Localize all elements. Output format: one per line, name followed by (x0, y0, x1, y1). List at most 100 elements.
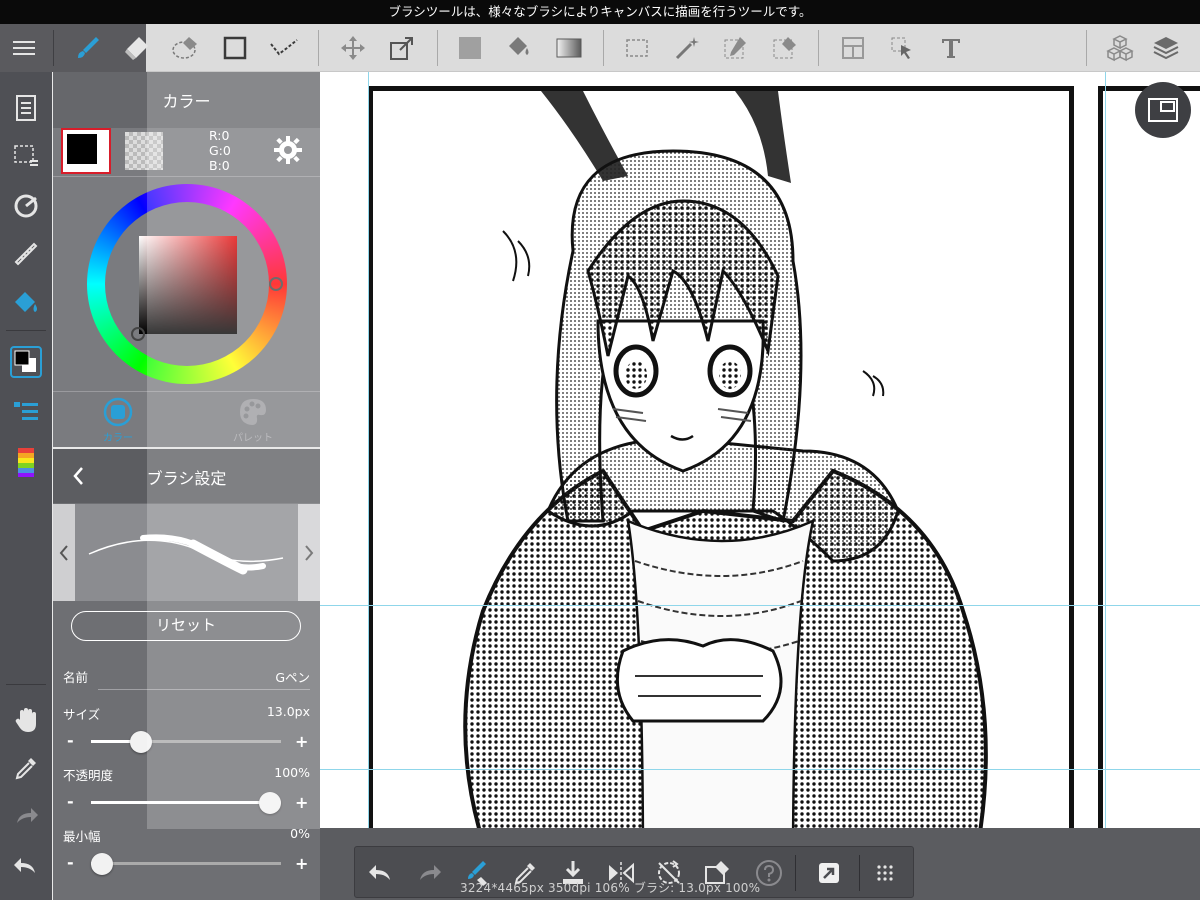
tab-palette[interactable]: パレット (208, 397, 298, 445)
transparent-color-swatch[interactable] (125, 132, 163, 170)
selection-eraser-icon[interactable] (168, 30, 204, 66)
bottom-redo-icon[interactable] (411, 855, 447, 891)
color-swatch-icon[interactable] (8, 344, 44, 380)
illustration (463, 91, 988, 828)
brush-tool-icon[interactable] (70, 30, 106, 66)
bottom-share-icon[interactable] (811, 855, 847, 891)
chevron-left-icon (59, 544, 68, 561)
ruler-icon[interactable] (8, 236, 44, 272)
hue-wheel[interactable] (87, 184, 287, 384)
comic-frame-main (368, 86, 1074, 828)
guide-line (368, 72, 369, 828)
eraser-tool-icon[interactable] (119, 30, 155, 66)
guide-line (320, 605, 1200, 606)
color-panel-header: カラー (53, 72, 320, 128)
brush-panel-header: ブラシ設定 (53, 449, 320, 503)
menu-icon[interactable] (6, 30, 42, 66)
reset-button[interactable]: リセット (71, 611, 301, 641)
comic-frame-next (1098, 86, 1200, 828)
rgb-readout: R:0 G:0 B:0 (209, 128, 231, 173)
back-chevron-icon[interactable] (67, 462, 91, 490)
size-minus-button[interactable]: - (67, 731, 74, 750)
transform-tool-icon[interactable] (384, 30, 420, 66)
layer-icon[interactable] (1148, 30, 1184, 66)
prev-brush-button[interactable] (53, 504, 75, 601)
tab-color[interactable]: カラー (73, 397, 163, 445)
brush-preview (53, 504, 320, 601)
color-palette-icon[interactable] (8, 444, 44, 480)
min-width-minus-button[interactable]: - (67, 853, 74, 872)
rgb-b: B:0 (209, 158, 230, 173)
eyedropper-icon[interactable] (8, 750, 44, 786)
redo-icon[interactable] (8, 798, 44, 834)
toolbar-divider (1086, 30, 1087, 66)
sidebar-divider (6, 684, 46, 685)
page-manager-icon[interactable] (8, 90, 44, 126)
toolbar-divider (603, 30, 604, 66)
min-width-plus-button[interactable]: + (295, 854, 308, 873)
min-width-slider[interactable] (91, 853, 281, 875)
text-tool-icon[interactable] (933, 30, 969, 66)
opacity-minus-button[interactable]: - (67, 792, 74, 811)
fill-rect-tool-icon[interactable] (452, 30, 488, 66)
guide-line (1105, 72, 1106, 828)
saturation-square[interactable] (139, 236, 237, 334)
toolbar-divider (437, 30, 438, 66)
magic-wand-icon[interactable] (669, 30, 705, 66)
tool-tooltip: ブラシツールは、様々なブラシによりキャンバスに描画を行うツールです。 (0, 0, 1200, 24)
tab-palette-label: パレット (233, 433, 273, 444)
shape-tool-icon[interactable] (217, 30, 253, 66)
undo-icon[interactable] (8, 848, 44, 884)
material-icon[interactable] (1102, 30, 1138, 66)
brush-panel-title: ブラシ設定 (146, 469, 227, 488)
toolbar-divider (318, 30, 319, 66)
top-toolbar (0, 24, 1200, 72)
hue-handle[interactable] (269, 277, 283, 291)
frame-divide-icon[interactable] (835, 30, 871, 66)
brush-settings-panel: ブラシ設定 リセット 名前 Gペン サイズ 13.0px - + 不透明度 10… (53, 449, 320, 900)
opacity-slider[interactable] (91, 792, 281, 814)
color-settings-icon[interactable] (272, 134, 304, 166)
drawing-canvas[interactable] (320, 72, 1200, 828)
color-tab-icon (103, 397, 133, 427)
saturation-handle[interactable] (131, 327, 145, 341)
navigator-icon (1148, 98, 1178, 122)
opacity-plus-button[interactable]: + (295, 793, 308, 812)
primary-color-swatch[interactable] (61, 128, 111, 174)
next-brush-button[interactable] (298, 504, 320, 601)
name-underline (98, 689, 310, 690)
size-value: 13.0px (266, 704, 310, 719)
select-menu-icon[interactable] (8, 138, 44, 174)
panel-divider (53, 391, 320, 392)
rgb-g: G:0 (209, 143, 231, 158)
name-label: 名前 (63, 670, 89, 685)
size-slider[interactable] (91, 731, 281, 753)
navigator-button[interactable] (1135, 82, 1191, 138)
polyline-tool-icon[interactable] (266, 30, 302, 66)
toolbar-divider (53, 30, 54, 66)
tab-color-label: カラー (103, 433, 133, 444)
selection-tool-icon[interactable] (619, 30, 655, 66)
size-label: サイズ (63, 707, 101, 722)
selection-pen-icon[interactable] (718, 30, 754, 66)
size-plus-button[interactable]: + (295, 732, 308, 751)
brush-list-icon[interactable] (8, 394, 44, 430)
bottom-divider (859, 855, 860, 891)
selection-eraser-tool-icon[interactable] (767, 30, 803, 66)
brush-name-value[interactable]: Gペン (213, 667, 310, 686)
bottom-more-icon[interactable] (867, 855, 903, 891)
bottom-undo-icon[interactable] (363, 855, 399, 891)
fill-icon[interactable] (8, 284, 44, 320)
move-tool-icon[interactable] (335, 30, 371, 66)
palette-tab-icon (240, 399, 266, 425)
bottom-divider (795, 855, 796, 891)
opacity-label: 不透明度 (63, 768, 114, 783)
operation-tool-icon[interactable] (884, 30, 920, 66)
bucket-tool-icon[interactable] (501, 30, 537, 66)
gradient-tool-icon[interactable] (551, 30, 587, 66)
snap-icon[interactable] (8, 188, 44, 224)
sidebar-divider (6, 330, 46, 331)
min-width-value: 0% (290, 826, 310, 841)
hand-tool-icon[interactable] (8, 702, 44, 738)
opacity-value: 100% (274, 765, 310, 780)
